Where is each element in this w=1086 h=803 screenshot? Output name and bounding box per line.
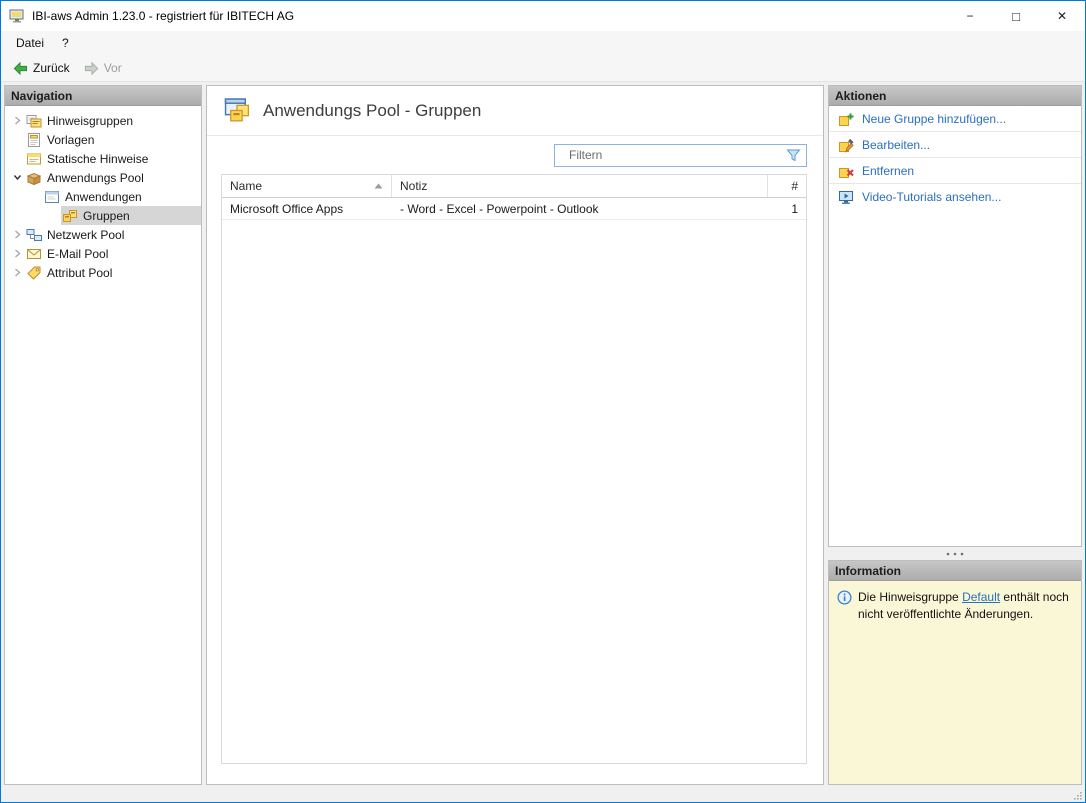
titlebar: IBI-aws Admin 1.23.0 - registriert für I… xyxy=(1,1,1085,31)
groups-large-icon xyxy=(223,97,253,124)
notice-groups-icon xyxy=(26,113,43,129)
app-pool-icon xyxy=(26,170,43,186)
minimize-button[interactable]: − xyxy=(947,1,993,31)
sort-ascending-icon xyxy=(374,183,383,189)
email-pool-icon xyxy=(26,246,43,262)
page-title: Anwendungs Pool - Gruppen xyxy=(263,100,482,120)
nav-label: Vorlagen xyxy=(47,132,95,147)
default-group-link[interactable]: Default xyxy=(962,590,1000,604)
network-pool-icon xyxy=(26,227,43,243)
cell-count: 1 xyxy=(791,201,798,216)
nav-item-anwendungs-pool[interactable]: Anwendungs Pool xyxy=(5,168,201,187)
menu-help[interactable]: ? xyxy=(53,33,78,53)
column-header-count[interactable]: # xyxy=(768,175,806,197)
panel-splitter[interactable] xyxy=(828,547,1082,560)
nav-item-anwendungen[interactable]: Anwendungen xyxy=(5,187,201,206)
action-label: Video-Tutorials ansehen... xyxy=(862,190,1002,204)
nav-item-email-pool[interactable]: E-Mail Pool xyxy=(5,244,201,263)
nav-label: Statische Hinweise xyxy=(47,151,149,166)
selected-tree-row: Gruppen xyxy=(61,206,201,225)
menu-datei[interactable]: Datei xyxy=(7,33,53,53)
window-controls: − □ ✕ xyxy=(947,1,1085,31)
information-header: Information xyxy=(829,561,1081,581)
nav-label: Netzwerk Pool xyxy=(47,227,125,242)
nav-item-hinweisgruppen[interactable]: Hinweisgruppen xyxy=(5,111,201,130)
cell-notiz: - Word - Excel - Powerpoint - Outlook xyxy=(400,201,599,216)
navigation-panel: Navigation Hinweisgruppen Vorlagen Stati… xyxy=(4,85,202,785)
menubar: Datei ? xyxy=(1,31,1085,55)
column-header-name[interactable]: Name xyxy=(222,175,392,197)
information-body: Die Hinweisgruppe Default enthält noch n… xyxy=(829,581,1081,784)
chevron-down-icon[interactable] xyxy=(9,173,25,182)
main-header: Anwendungs Pool - Gruppen xyxy=(207,86,823,136)
app-window: IBI-aws Admin 1.23.0 - registriert für I… xyxy=(0,0,1086,803)
main-panel: Anwendungs Pool - Gruppen Name Notiz xyxy=(206,85,824,785)
nav-label: Hinweisgruppen xyxy=(47,113,134,128)
cell-name: Microsoft Office Apps xyxy=(230,201,344,216)
filter-row xyxy=(207,136,823,174)
action-video-tutorials[interactable]: Video-Tutorials ansehen... xyxy=(829,184,1081,210)
groups-table: Name Notiz # Microsoft Office Apps - Wor… xyxy=(221,174,807,764)
template-icon xyxy=(26,132,43,148)
information-message: Die Hinweisgruppe Default enthält noch n… xyxy=(858,590,1069,621)
filter-input[interactable] xyxy=(554,143,807,167)
nav-label: Attribut Pool xyxy=(47,265,113,280)
edit-group-icon xyxy=(838,137,855,153)
maximize-button[interactable]: □ xyxy=(993,1,1039,31)
action-label: Entfernen xyxy=(862,163,915,178)
back-label: Zurück xyxy=(33,61,70,75)
action-edit[interactable]: Bearbeiten... xyxy=(829,132,1081,158)
table-empty-area xyxy=(222,220,806,763)
actions-header: Aktionen xyxy=(829,86,1081,106)
navigation-header: Navigation xyxy=(5,86,201,106)
window-title: IBI-aws Admin 1.23.0 - registriert für I… xyxy=(32,9,295,23)
statusbar xyxy=(1,788,1085,802)
back-button[interactable]: Zurück xyxy=(6,59,77,78)
chevron-right-icon[interactable] xyxy=(9,249,25,258)
groups-icon xyxy=(62,208,79,224)
attribute-pool-icon xyxy=(26,265,43,281)
forward-button[interactable]: Vor xyxy=(77,59,129,78)
table-row[interactable]: Microsoft Office Apps - Word - Excel - P… xyxy=(222,198,806,220)
close-button[interactable]: ✕ xyxy=(1039,1,1085,31)
action-label: Bearbeiten... xyxy=(862,137,931,152)
actions-panel: Aktionen Neue Gruppe hinzufügen... Bearb… xyxy=(828,85,1082,547)
nav-label: Anwendungs Pool xyxy=(47,170,144,185)
chevron-right-icon[interactable] xyxy=(9,230,25,239)
forward-label: Vor xyxy=(103,61,122,75)
action-new-group[interactable]: Neue Gruppe hinzufügen... xyxy=(829,106,1081,132)
video-tutorials-icon xyxy=(838,189,855,205)
nav-item-netzwerk-pool[interactable]: Netzwerk Pool xyxy=(5,225,201,244)
content-area: Navigation Hinweisgruppen Vorlagen Stati… xyxy=(1,82,1085,788)
chevron-right-icon[interactable] xyxy=(9,116,25,125)
splitter-dots-icon xyxy=(946,552,964,555)
column-header-notiz[interactable]: Notiz xyxy=(392,175,768,197)
filter-funnel-icon[interactable] xyxy=(786,148,801,166)
action-label: Neue Gruppe hinzufügen... xyxy=(862,111,1007,126)
nav-label: Gruppen xyxy=(83,208,130,223)
nav-label: Anwendungen xyxy=(65,189,142,204)
information-panel: Information Die Hinweisgruppe Default en… xyxy=(828,560,1082,785)
chevron-right-icon[interactable] xyxy=(9,268,25,277)
resize-grip-icon[interactable] xyxy=(1072,790,1083,801)
add-group-icon xyxy=(838,111,855,127)
table-header-row: Name Notiz # xyxy=(222,175,806,198)
back-arrow-icon xyxy=(13,61,28,76)
nav-item-vorlagen[interactable]: Vorlagen xyxy=(5,130,201,149)
applications-icon xyxy=(44,189,61,205)
forward-arrow-icon xyxy=(84,61,99,76)
action-remove[interactable]: Entfernen xyxy=(829,158,1081,184)
navigation-tree: Hinweisgruppen Vorlagen Statische Hinwei… xyxy=(5,106,201,282)
nav-item-statische-hinweise[interactable]: Statische Hinweise xyxy=(5,149,201,168)
nav-item-gruppen[interactable]: Gruppen xyxy=(5,206,201,225)
info-icon xyxy=(837,590,852,605)
remove-group-icon xyxy=(838,163,855,179)
app-icon xyxy=(9,8,25,24)
toolbar: Zurück Vor xyxy=(1,55,1085,82)
right-column: Aktionen Neue Gruppe hinzufügen... Bearb… xyxy=(828,85,1082,785)
nav-label: E-Mail Pool xyxy=(47,246,109,261)
static-notice-icon xyxy=(26,151,43,167)
nav-item-attribut-pool[interactable]: Attribut Pool xyxy=(5,263,201,282)
